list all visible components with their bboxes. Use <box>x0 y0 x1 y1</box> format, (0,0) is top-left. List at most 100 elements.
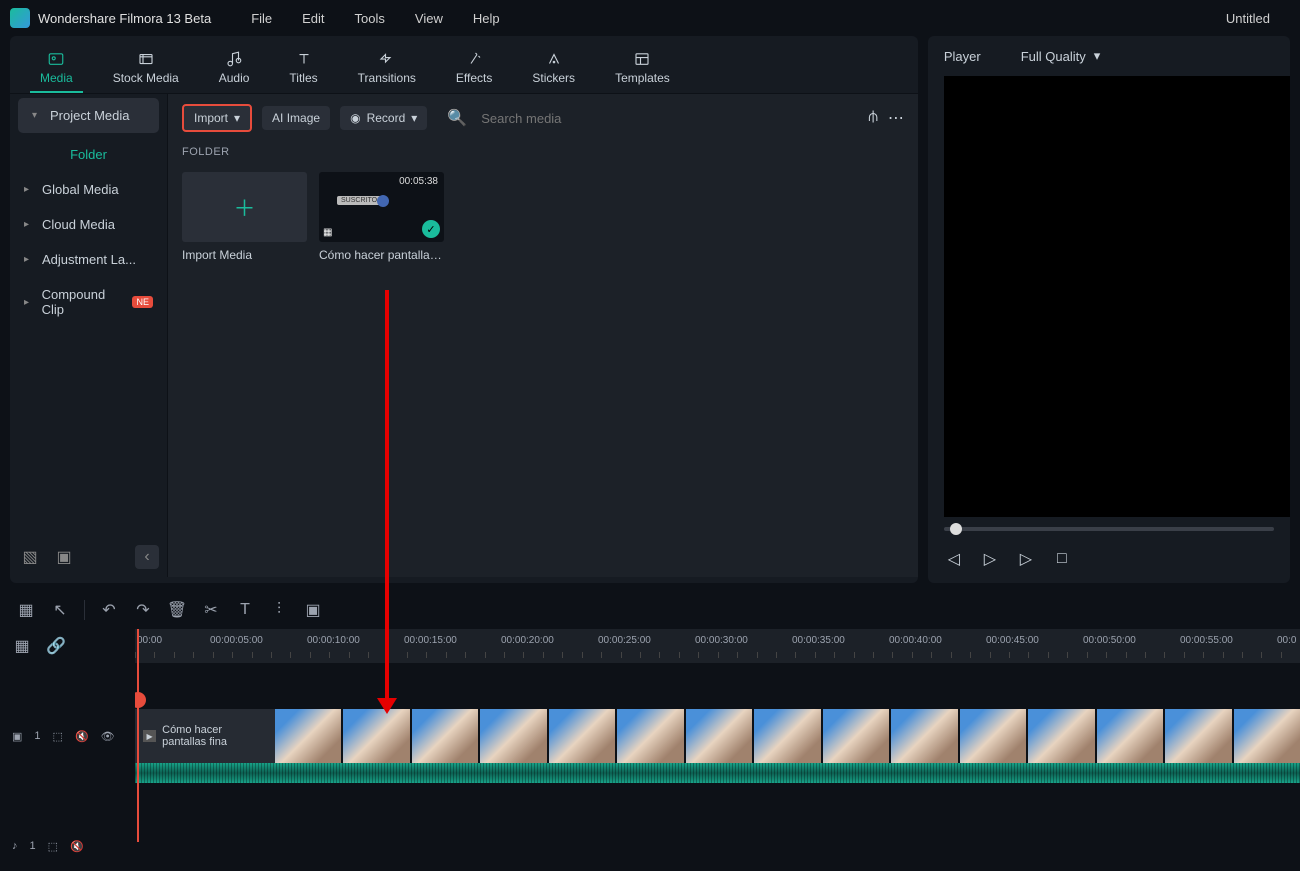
undo-button[interactable]: ↶ <box>99 600 119 620</box>
scrub-thumb[interactable] <box>950 523 962 535</box>
sidebar-item-folder[interactable]: Folder <box>10 137 167 172</box>
document-title: Untitled <box>1226 11 1270 26</box>
scrub-track[interactable] <box>944 527 1274 531</box>
import-media-thumb[interactable]: ＋ <box>182 172 307 242</box>
tracks-icon[interactable]: ▦ <box>12 636 32 656</box>
templates-icon <box>631 50 653 68</box>
video-track[interactable]: ▶ Cómo hacer pantallas fina <box>135 709 1300 763</box>
search-icon: 🔍 <box>447 108 467 128</box>
video-track-icon: ▣ <box>12 730 22 743</box>
crop-icon[interactable]: ▣ <box>303 600 323 620</box>
lock-icon[interactable]: ⬚ <box>48 840 58 853</box>
redo-button[interactable]: ↷ <box>133 600 153 620</box>
video-clip[interactable]: ▶ Cómo hacer pantallas fina <box>135 709 275 763</box>
delete-button[interactable]: 🗑 <box>167 600 187 620</box>
visibility-icon[interactable]: 👁 <box>101 730 115 743</box>
prev-frame-button[interactable]: ◁ <box>944 549 964 569</box>
media-clip-thumb[interactable]: 00:05:38 SUSCRITO ▦ ✓ <box>319 172 444 242</box>
sidebar-item-adjustment-layer[interactable]: ▸ Adjustment La... <box>10 242 167 277</box>
playhead[interactable] <box>137 629 139 842</box>
chevron-right-icon: ▸ <box>24 297 34 308</box>
timeline-body: ▦ 🔗 ▣ 1 ⬚ 🔇 👁 ♪ 1 ⬚ 🔇 00:00 00:00: <box>0 629 1300 842</box>
ai-image-label: AI Image <box>272 111 320 125</box>
lock-icon[interactable]: ⬚ <box>53 730 63 743</box>
tab-titles[interactable]: Titles <box>279 44 327 93</box>
sidebar-item-global-media[interactable]: ▸ Global Media <box>10 172 167 207</box>
timeline-tracks[interactable]: 00:00 00:00:05:00 00:00:10:00 00:00:15:0… <box>135 629 1300 842</box>
media-body: ▾ Project Media Folder ▸ Global Media ▸ … <box>10 94 918 577</box>
menubar: File Edit Tools View Help <box>251 11 499 26</box>
ruler-tick: 00:00:45:00 <box>986 635 1039 646</box>
tab-titles-label: Titles <box>289 71 317 85</box>
sidebar-item-project-media[interactable]: ▾ Project Media <box>18 98 159 133</box>
sidebar-folder-label: Folder <box>70 147 107 162</box>
menu-edit[interactable]: Edit <box>302 11 324 26</box>
stop-button[interactable]: □ <box>1052 549 1072 569</box>
sidebar-item-cloud-media[interactable]: ▸ Cloud Media <box>10 207 167 242</box>
cut-button[interactable]: ✂ <box>201 600 221 620</box>
tab-effects[interactable]: Effects <box>446 44 502 93</box>
check-icon: ✓ <box>422 220 440 238</box>
media-sidebar: ▾ Project Media Folder ▸ Global Media ▸ … <box>10 94 168 577</box>
ruler-tick: 00:00:15:00 <box>404 635 457 646</box>
media-clip-card[interactable]: 00:05:38 SUSCRITO ▦ ✓ Cómo hacer pantall… <box>319 172 444 262</box>
audio-track[interactable] <box>135 763 1300 783</box>
tab-stock-media[interactable]: Stock Media <box>103 44 189 93</box>
tab-templates[interactable]: Templates <box>605 44 680 93</box>
player-scrubber[interactable] <box>928 517 1290 541</box>
text-button[interactable]: T <box>235 600 255 620</box>
folder-heading: FOLDER <box>168 142 918 162</box>
timeline-ruler[interactable]: 00:00 00:00:05:00 00:00:10:00 00:00:15:0… <box>135 629 1300 663</box>
menu-view[interactable]: View <box>415 11 443 26</box>
quality-label: Full Quality <box>1021 49 1086 64</box>
play-icon: ▶ <box>143 730 156 742</box>
new-folder-icon[interactable]: ▧ <box>18 545 42 569</box>
search-input[interactable] <box>475 105 848 132</box>
tab-media[interactable]: Media <box>30 44 83 93</box>
chevron-down-icon: ▾ <box>411 111 417 125</box>
grid-icon[interactable]: ▦ <box>16 600 36 620</box>
ai-image-button[interactable]: AI Image <box>262 106 330 130</box>
ruler-minor-ticks <box>135 652 1300 660</box>
import-label: Import <box>194 111 228 125</box>
timeline-area: ▦ ↖ ↶ ↷ 🗑 ✂ T ⫶ ▣ ▦ 🔗 ▣ 1 ⬚ 🔇 👁 ♪ <box>0 591 1300 842</box>
quality-dropdown[interactable]: Full Quality ▾ <box>1021 48 1101 64</box>
tab-transitions[interactable]: Transitions <box>348 44 426 93</box>
menu-file[interactable]: File <box>251 11 272 26</box>
ruler-tick: 00:00:30:00 <box>695 635 748 646</box>
player-preview[interactable] <box>944 76 1290 517</box>
tab-audio[interactable]: Audio <box>209 44 260 93</box>
sidebar-item-compound-clip[interactable]: ▸ Compound Clip NE <box>10 277 167 327</box>
tab-templates-label: Templates <box>615 71 670 85</box>
titles-icon <box>293 50 315 68</box>
mute-icon[interactable]: 🔇 <box>70 840 84 853</box>
more-icon[interactable]: ⋯ <box>888 108 904 128</box>
module-tabs: Media Stock Media Audio Titles Transitio… <box>10 36 918 94</box>
next-frame-button[interactable]: ▷ <box>980 549 1000 569</box>
media-toolbar: Import ▾ AI Image ◉ Record ▾ 🔍 <box>168 94 918 142</box>
menu-help[interactable]: Help <box>473 11 500 26</box>
link-icon[interactable]: 🔗 <box>46 636 66 656</box>
app-logo-icon <box>10 8 30 28</box>
record-icon: ◉ <box>350 111 360 125</box>
import-button[interactable]: Import ▾ <box>182 104 252 132</box>
folder-icon[interactable]: ▣ <box>52 545 76 569</box>
sidebar-bottom: ▧ ▣ ‹ <box>10 537 167 577</box>
ruler-tick: 00:00:50:00 <box>1083 635 1136 646</box>
adjust-icon[interactable]: ⫶ <box>269 600 289 620</box>
mute-icon[interactable]: 🔇 <box>75 730 89 743</box>
play-button[interactable]: ▷ <box>1016 549 1036 569</box>
record-button[interactable]: ◉ Record ▾ <box>340 106 427 130</box>
cursor-icon[interactable]: ↖ <box>50 600 70 620</box>
tab-stickers[interactable]: Stickers <box>522 44 585 93</box>
menu-tools[interactable]: Tools <box>355 11 385 26</box>
import-media-card[interactable]: ＋ Import Media <box>182 172 307 262</box>
app-title: Wondershare Filmora 13 Beta <box>38 11 211 26</box>
sidebar-project-label: Project Media <box>50 108 129 123</box>
video-icon: ▦ <box>323 227 332 238</box>
collapse-sidebar-icon[interactable]: ‹ <box>135 545 159 569</box>
chevron-right-icon: ▸ <box>24 254 34 265</box>
like-icon <box>377 195 389 207</box>
tab-stock-label: Stock Media <box>113 71 179 85</box>
filter-icon[interactable]: ⫛ <box>868 108 878 128</box>
